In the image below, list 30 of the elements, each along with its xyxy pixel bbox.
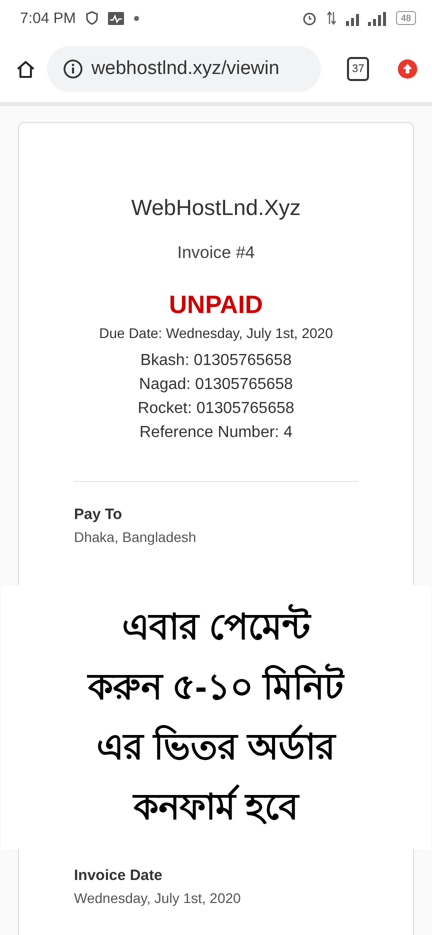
payment-info: Reference Number: 4: [140, 423, 292, 443]
overlay-text: এর ভিতর অর্ডার: [96, 723, 336, 769]
upload-icon[interactable]: [396, 57, 418, 81]
address-bar[interactable]: webhostlnd.xyz/viewin: [47, 46, 322, 92]
section-value: Wednesday, July 1st, 2020: [74, 890, 242, 906]
home-icon[interactable]: [16, 58, 36, 80]
info-icon: [63, 59, 84, 79]
section-heading: Pay To: [74, 506, 124, 523]
battery-level: 48: [396, 11, 416, 25]
url-text: webhostlnd.xyz/viewin: [91, 58, 280, 80]
payment-info: Rocket: 01305765658: [138, 399, 294, 419]
status-time: 7:04 PM: [20, 10, 76, 26]
invoice-title: Invoice #4: [177, 243, 255, 263]
dot-icon: [134, 16, 139, 20]
tab-count-button[interactable]: 37: [347, 57, 369, 81]
signal-icon: [346, 10, 386, 26]
overlay-text: করুন ৫-১০ মিনিট: [88, 657, 344, 717]
shield-icon: [86, 11, 98, 25]
due-date: Due Date: Wednesday, July 1st, 2020: [99, 325, 333, 341]
alarm-icon: [302, 10, 317, 26]
overlay-text: কনফার্ম হবে: [133, 783, 298, 829]
invoice-status: UNPAID: [169, 291, 263, 320]
activity-icon: [108, 12, 124, 24]
section-heading: Invoice Date: [74, 867, 164, 884]
payment-info: Bkash: 01305765658: [140, 351, 292, 371]
payment-info: Nagad: 01305765658: [139, 375, 293, 395]
data-arrows-icon: [326, 11, 336, 25]
overlay-text: এবার পেমেন্ট: [122, 603, 310, 649]
section-value: Dhaka, Bangladesh: [74, 529, 198, 545]
company-name: WebHostLnd.Xyz: [131, 195, 301, 221]
